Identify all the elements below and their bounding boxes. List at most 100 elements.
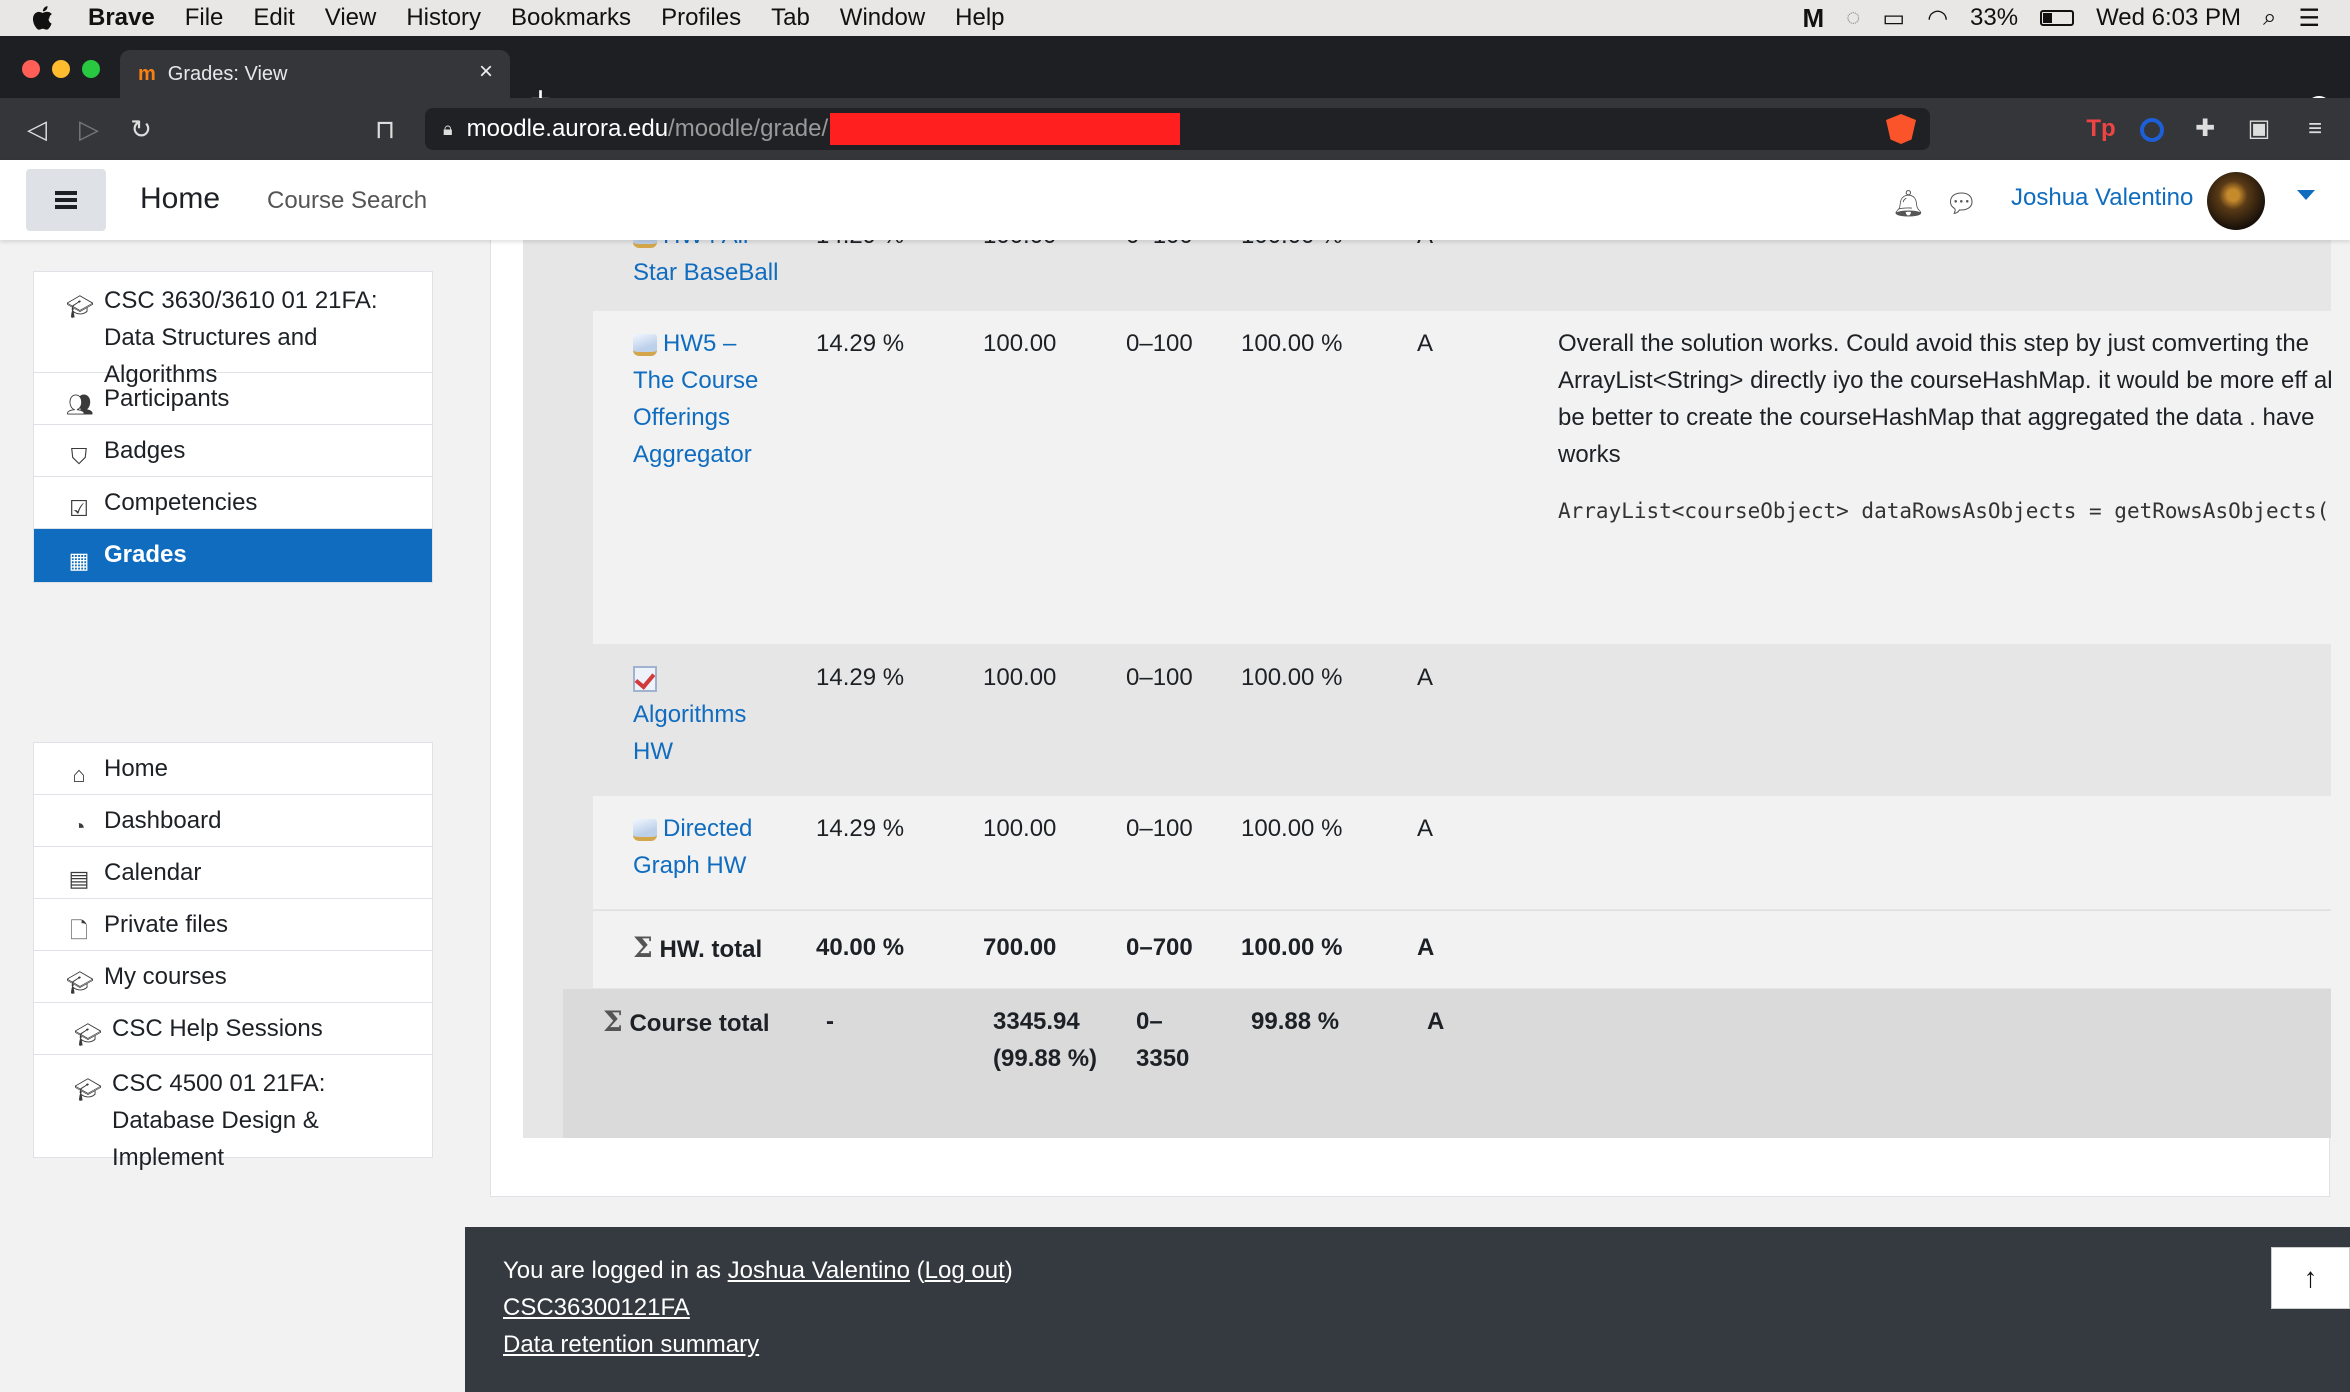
logout-link[interactable]: Log out — [925, 1257, 1005, 1284]
letter-cell: A — [1417, 934, 1435, 961]
menu-file[interactable]: File — [185, 4, 224, 32]
messages-chat-icon[interactable]: 💬︎ — [1945, 188, 1978, 219]
menu-profiles[interactable]: Profiles — [661, 4, 741, 32]
menu-edit[interactable]: Edit — [253, 4, 294, 32]
course-short-link[interactable]: CSC36300121FA — [503, 1289, 690, 1326]
category-total-row: Σ HW. total 40.00 % 700.00 0–700 100.00 … — [593, 910, 2331, 988]
drawer-item-label: Grades — [104, 541, 187, 568]
extensions-puzzle-icon[interactable]: ✚ — [2188, 112, 2222, 146]
drawer-item-participants[interactable]: 👥︎ Participants — [34, 373, 432, 425]
main-region: HW4 All Star BaseBall 14.29 % 100.00 0–1… — [490, 222, 2331, 1197]
wifi-icon[interactable]: ◠ — [1927, 4, 1948, 33]
menu-window[interactable]: Window — [840, 4, 925, 32]
home-icon: ⌂ — [72, 762, 86, 787]
clock[interactable]: Wed 6:03 PM — [2096, 4, 2241, 32]
battery-percent: 33% — [1970, 4, 2019, 31]
menu-brave[interactable]: Brave — [88, 4, 155, 32]
menu-bookmarks[interactable]: Bookmarks — [511, 4, 631, 32]
drawer-item-course[interactable]: 🎓︎ CSC 3630/3610 01 21FA: Data Structure… — [34, 272, 432, 388]
browser-tab-bar: m Grades: View × + — [0, 36, 2350, 122]
users-icon: 👥︎ — [66, 392, 94, 417]
airplay-icon[interactable]: ▭ — [1882, 4, 1905, 33]
sync-icon[interactable]: ◌ — [1846, 4, 1860, 32]
grade-item-name[interactable]: Star BaseBall — [633, 254, 778, 291]
wallet-icon[interactable]: ▣ — [2242, 112, 2276, 146]
site-nav-group: ⌂ Home ◔ Dashboard ▤ Calendar 🗋 Private … — [33, 742, 433, 1171]
assignment-file-icon — [633, 818, 657, 841]
address-bar[interactable]: 🔒︎ moodle.aurora.edu/moodle/grade/ — [425, 108, 1930, 150]
menu-help[interactable]: Help — [955, 4, 1004, 32]
spotlight-icon[interactable]: ⌕ — [2263, 4, 2276, 32]
browser-tab[interactable]: m Grades: View × — [120, 50, 510, 98]
drawer-item-badges[interactable]: ⛉ Badges — [34, 425, 432, 477]
malwarebytes-icon[interactable]: M — [1802, 3, 1824, 34]
grade-item-name[interactable]: HW5 – The Course Offerings Aggregator — [633, 325, 783, 473]
sigma-icon: Σ — [603, 1005, 623, 1038]
avatar[interactable] — [2207, 172, 2265, 230]
back-icon[interactable]: ◁ — [20, 112, 54, 146]
bookmark-icon[interactable]: ⊓ — [368, 112, 402, 146]
weight-cell: - — [826, 1008, 834, 1035]
grade-item-name[interactable]: Algorithms HW — [633, 659, 783, 770]
grade-cell: 100.00 — [983, 815, 1057, 842]
menu-view[interactable]: View — [325, 4, 377, 32]
drawer-item-course-help-sessions[interactable]: 🎓︎ CSC Help Sessions — [34, 1003, 432, 1055]
page-footer: You are logged in as Joshua Valentino (L… — [465, 1227, 2350, 1392]
data-retention-link[interactable]: Data retention summary — [503, 1326, 759, 1363]
drawer-item-calendar[interactable]: ▤ Calendar — [34, 847, 432, 899]
menu-history[interactable]: History — [406, 4, 481, 32]
extension-tp-icon[interactable]: Tp — [2084, 112, 2118, 146]
zoom-window-icon[interactable] — [82, 60, 100, 78]
forward-icon[interactable]: ▷ — [72, 112, 106, 146]
drawer-toggle-button[interactable] — [26, 169, 106, 231]
drawer-item-competencies[interactable]: ☑ Competencies — [34, 477, 432, 529]
range-cell: 0–100 — [1126, 664, 1193, 691]
browser-menu-icon[interactable]: ≡ — [2298, 112, 2332, 146]
grade-item-name[interactable]: Directed Graph HW — [633, 810, 783, 884]
course-search-link[interactable]: Course Search — [267, 187, 427, 215]
notifications-bell-icon[interactable]: 🔔︎ — [1892, 188, 1925, 219]
user-menu-caret-icon[interactable] — [2297, 190, 2315, 200]
control-center-icon[interactable]: ☰ — [2298, 4, 2320, 33]
user-menu-name[interactable]: Joshua Valentino — [2011, 184, 2193, 212]
menu-bar-status: M ◌ ▭ ◠ 33% Wed 6:03 PM ⌕ ☰ — [1802, 0, 2320, 36]
grade-table: HW4 All Star BaseBall 14.29 % 100.00 0–1… — [553, 222, 2331, 988]
drawer-item-grades[interactable]: ▦ Grades — [34, 529, 432, 582]
grade-cell: 100.00 — [983, 664, 1057, 691]
lock-icon[interactable]: 🔒︎ — [443, 119, 453, 140]
graduation-cap-icon: 🎓︎ — [74, 1077, 102, 1102]
footer-user-link[interactable]: Joshua Valentino — [728, 1257, 910, 1284]
sigma-icon: Σ — [633, 931, 653, 964]
user-grade-report: HW4 All Star BaseBall 14.29 % 100.00 0–1… — [523, 222, 2331, 1138]
grade-cell: 100.00 — [983, 330, 1057, 357]
grade-cell: 3345.94 (99.88 %) — [993, 1008, 1098, 1072]
hamburger-icon — [55, 191, 77, 209]
course-total-row: Σ Course total - 3345.94 (99.88 %) 0– 33… — [563, 989, 2331, 1138]
range-cell: 0–100 — [1126, 815, 1193, 842]
battery-icon[interactable] — [2040, 10, 2075, 26]
extension-circle-icon[interactable] — [2135, 112, 2169, 146]
back-to-top-button[interactable]: ↑ — [2271, 1247, 2350, 1309]
drawer-item-home[interactable]: ⌂ Home — [34, 743, 432, 795]
close-window-icon[interactable] — [22, 60, 40, 78]
assignment-file-icon — [633, 333, 657, 356]
weight-cell: 14.29 % — [816, 664, 905, 691]
home-link[interactable]: Home — [140, 182, 220, 216]
drawer-item-label: Competencies — [104, 489, 258, 516]
feedback-cell: Overall the solution works. Could avoid … — [1558, 325, 2331, 625]
menu-tab[interactable]: Tab — [771, 4, 810, 32]
reload-icon[interactable]: ↻ — [124, 112, 158, 146]
close-tab-icon[interactable]: × — [472, 58, 500, 86]
drawer-item-course-database[interactable]: 🎓︎ CSC 4500 01 21FA: Database Design & I… — [34, 1055, 432, 1171]
percentage-cell: 100.00 % — [1241, 330, 1343, 357]
weight-cell: 40.00 % — [816, 934, 905, 961]
apple-icon[interactable] — [30, 4, 58, 32]
drawer-item-private-files[interactable]: 🗋 Private files — [34, 899, 432, 951]
brave-shields-icon[interactable] — [1886, 114, 1916, 144]
minimize-window-icon[interactable] — [52, 60, 70, 78]
percentage-cell: 100.00 % — [1241, 934, 1343, 961]
percentage-cell: 100.00 % — [1241, 664, 1343, 691]
file-icon: 🗋 — [70, 918, 88, 943]
drawer-item-my-courses[interactable]: 🎓︎ My courses — [34, 951, 432, 1003]
drawer-item-dashboard[interactable]: ◔ Dashboard — [34, 795, 432, 847]
